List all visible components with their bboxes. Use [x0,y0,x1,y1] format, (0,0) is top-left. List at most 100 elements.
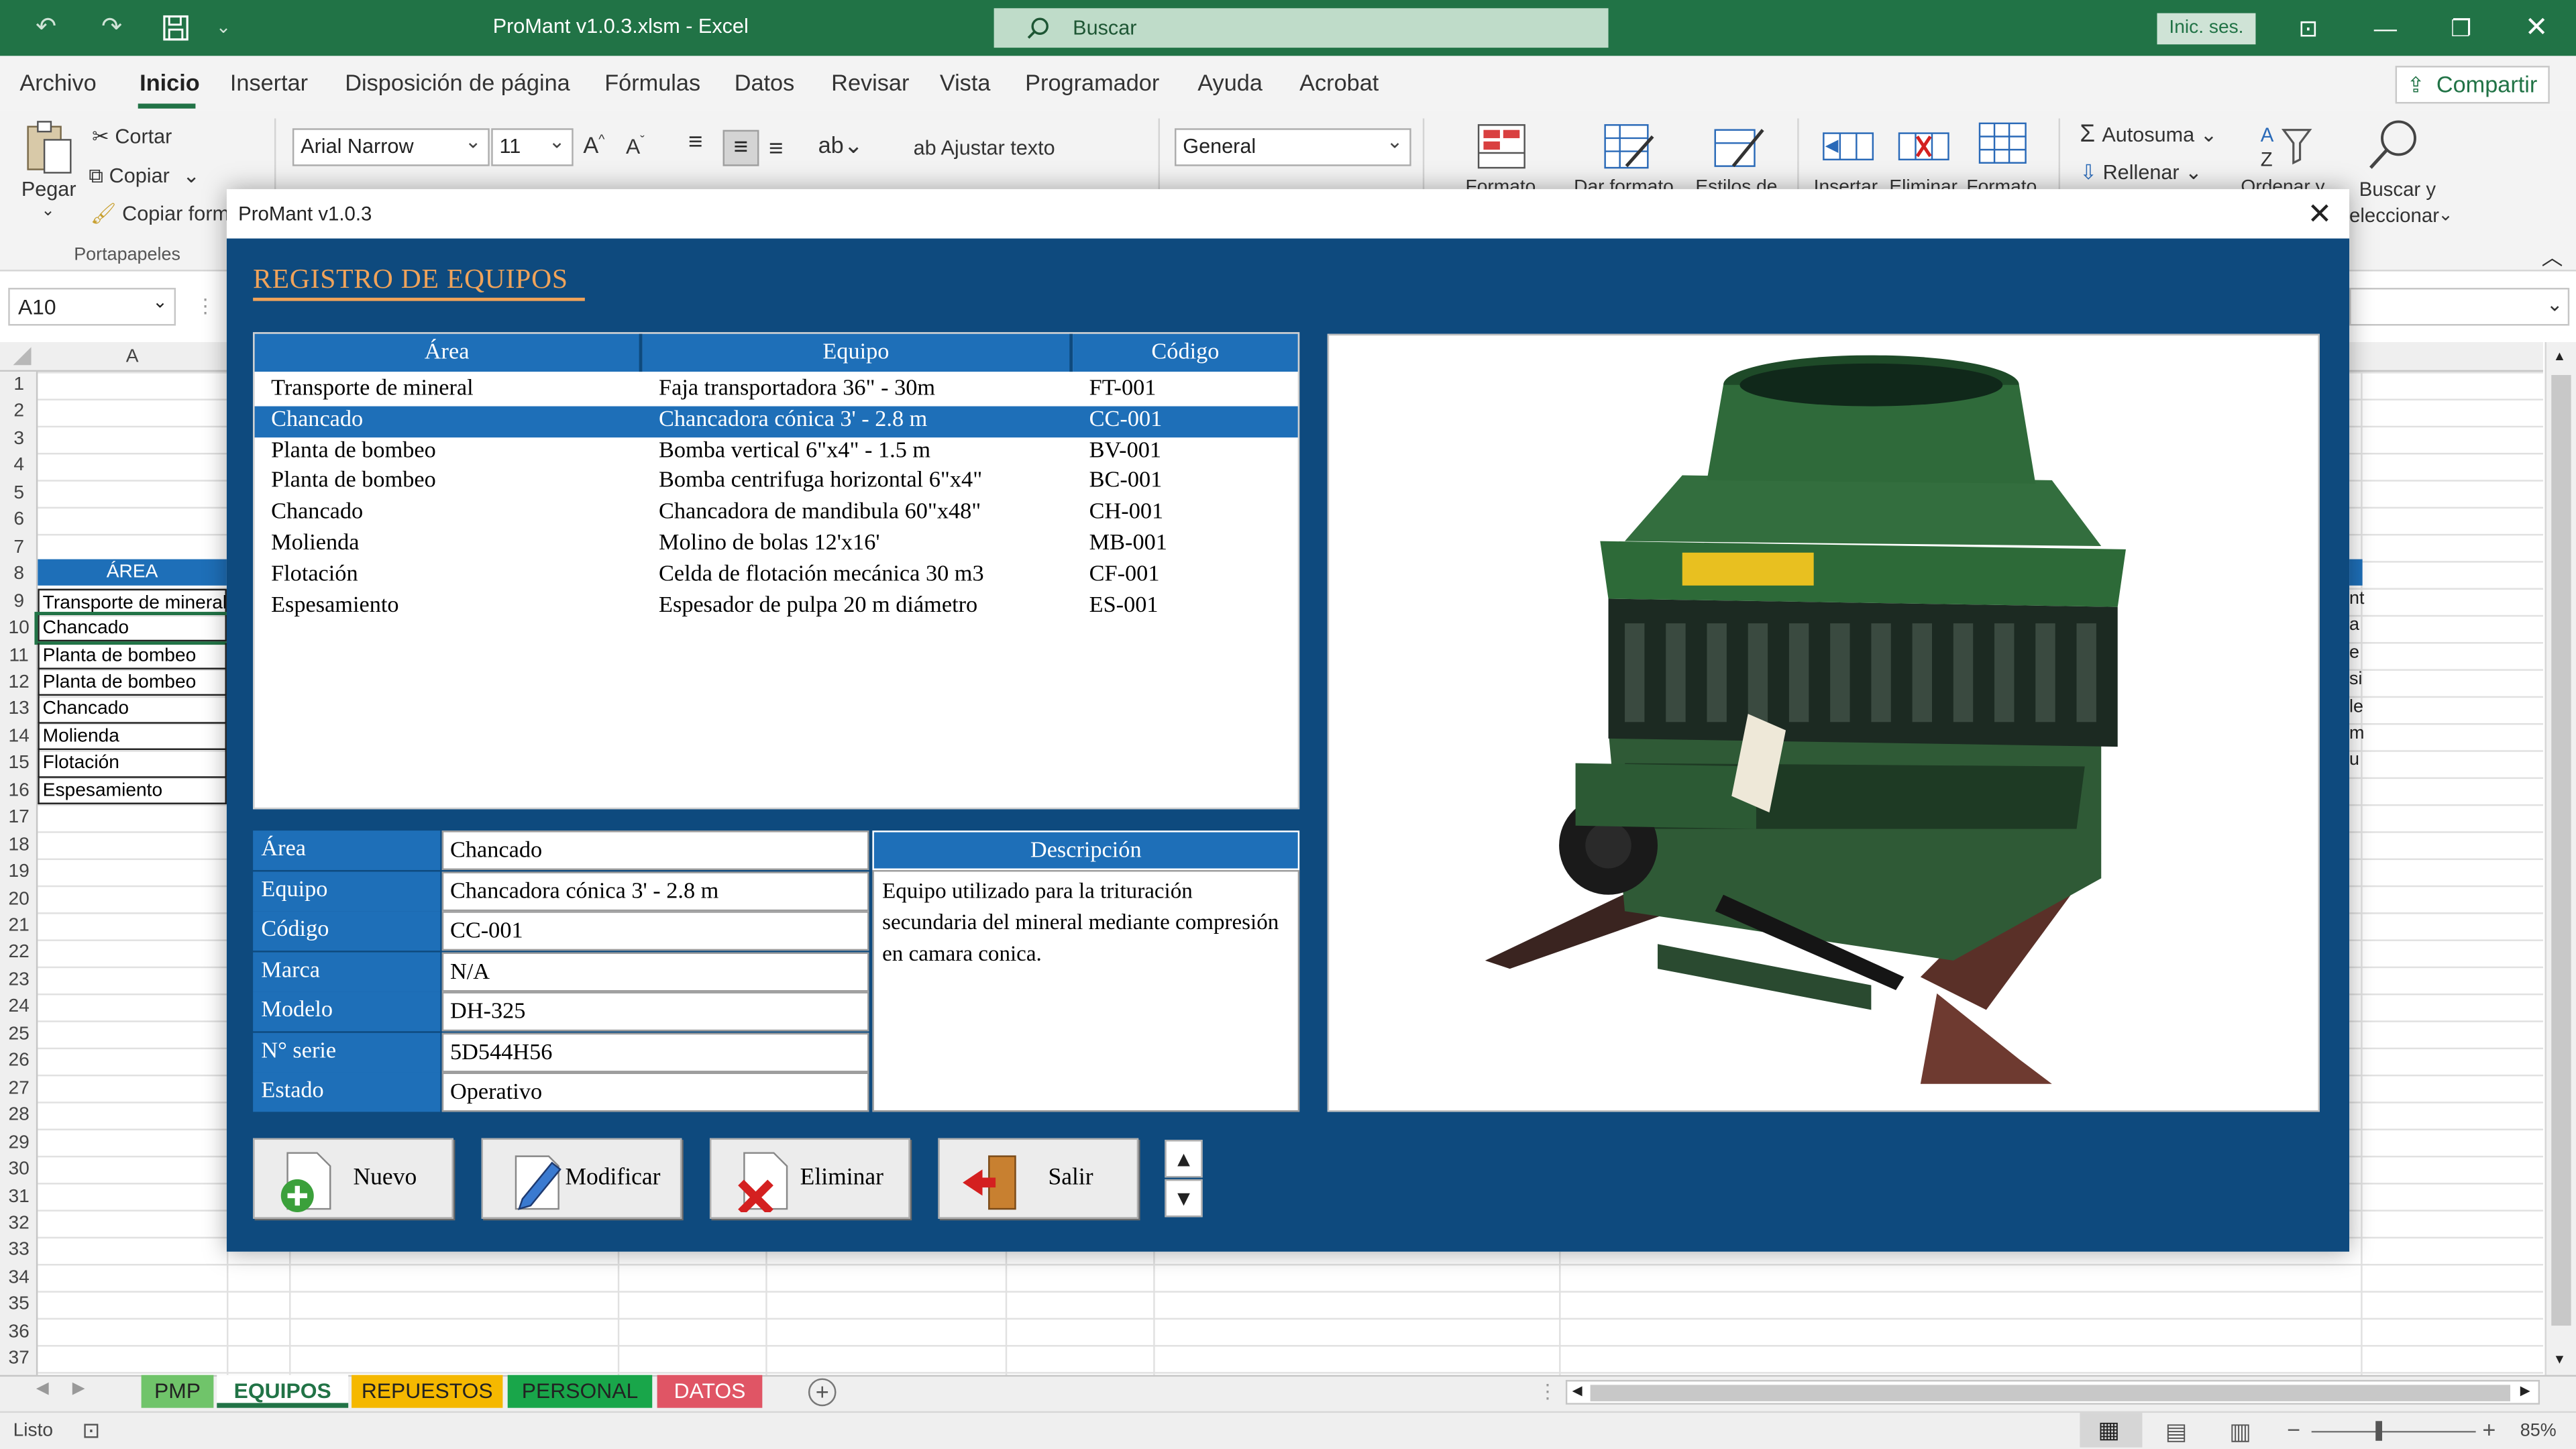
list-header-codigo[interactable]: Código [1073,333,1298,372]
row-header[interactable]: 10 [0,615,38,642]
equipment-listbox[interactable]: Área Equipo Código Transporte de mineral… [253,332,1300,810]
row-header[interactable]: 27 [0,1075,38,1102]
copy-button[interactable]: ⧉ Copiar ⌄ [89,163,200,189]
tab-vista[interactable]: Vista [940,69,991,95]
font-name-combo[interactable]: Arial Narrow [292,125,490,166]
font-size-combo[interactable]: 11 [491,125,574,166]
row-header[interactable]: 35 [0,1291,38,1318]
align-middle-icon[interactable]: ≡ [722,129,759,166]
find-dropdown-icon[interactable]: ⌄ [2438,204,2453,225]
sheet-tab-datos[interactable]: DATOS [657,1375,763,1408]
delete-cells-icon[interactable] [1898,123,1950,170]
tab-formulas[interactable]: Fórmulas [604,69,700,95]
wrap-text-button[interactable]: ab Ajustar texto [914,136,1055,159]
insert-cells-icon[interactable] [1822,123,1874,170]
field-value[interactable]: Chancado [441,830,869,870]
fill-button[interactable]: ⇩ Rellenar ⌄ [2080,160,2202,184]
row-header[interactable]: 24 [0,994,38,1021]
formula-input[interactable] [2349,288,2570,326]
paste-dropdown-icon[interactable]: ⌄ [41,203,55,221]
row-header[interactable]: 15 [0,751,38,777]
vertical-scrollbar[interactable]: ▲ ▼ [2544,341,2576,1375]
row-header[interactable]: 28 [0,1102,38,1129]
scroll-up-button[interactable]: ▲ [1165,1140,1203,1178]
tab-revisar[interactable]: Revisar [831,69,909,95]
align-bottom-icon[interactable]: ≡ [769,135,783,163]
redo-icon[interactable]: ↷ [95,11,128,44]
list-item[interactable]: Chancado Chancadora cónica 3' - 2.8 m CC-0… [254,406,1298,437]
customize-qat-icon[interactable]: ⌄ [207,11,240,44]
normal-view-button[interactable]: ▦ [2080,1413,2143,1448]
tab-acrobat[interactable]: Acrobat [1299,69,1379,95]
row-header[interactable]: 29 [0,1129,38,1156]
scroll-left-icon[interactable]: ◀ [1572,1383,1582,1398]
list-header-equipo[interactable]: Equipo [642,333,1073,372]
row-header[interactable]: 8 [0,561,38,588]
tab-disposicion[interactable]: Disposición de página [345,69,570,95]
expand-formula-icon[interactable]: ⌄ [2546,292,2563,315]
name-box[interactable]: A10 ⌄ [8,288,176,326]
sheet-cell[interactable]: Flotación [38,750,227,777]
field-value[interactable]: CC-001 [441,911,869,951]
tab-inicio[interactable]: Inicio [140,69,200,95]
sort-filter-icon[interactable]: AZ [2257,120,2313,172]
row-header[interactable]: 11 [0,642,38,669]
row-header[interactable]: 6 [0,507,38,534]
paste-icon[interactable] [23,120,75,176]
zoom-slider[interactable] [2311,1431,2476,1433]
description-textbox[interactable]: Equipo utilizado para la trituración sec… [872,869,1300,1112]
row-header[interactable]: 19 [0,859,38,885]
sheet-cell[interactable]: Transporte de mineral [38,588,227,615]
exit-button[interactable]: Salir [938,1138,1139,1219]
collapse-ribbon-icon[interactable]: ︿ [2542,240,2563,272]
sheet-tab-equipos[interactable]: EQUIPOS [217,1375,349,1408]
macro-record-icon[interactable]: ⊡ [82,1417,100,1444]
scroll-right-icon[interactable]: ▶ [2520,1383,2530,1398]
ribbon-display-icon[interactable]: ⊡ [2275,7,2341,50]
row-header[interactable]: 3 [0,426,38,453]
row-header[interactable]: 32 [0,1210,38,1237]
minimize-icon[interactable]: — [2353,7,2418,50]
list-item[interactable]: Planta de bombeo Bomba centrifuga horizon… [255,468,1298,498]
row-header[interactable]: 36 [0,1319,38,1346]
undo-icon[interactable]: ↶ [30,11,62,44]
row-header[interactable]: 5 [0,480,38,506]
format-painter-button[interactable]: 🖌 Copiar form [91,203,229,227]
sheet-cell[interactable]: Planta de bombeo [38,669,227,696]
close-window-icon[interactable]: ✕ [2504,7,2569,50]
column-header-a[interactable]: A [38,342,227,372]
list-item[interactable]: Planta de bombeo Bomba vertical 6"x4" - 1… [255,437,1298,468]
select-all-icon[interactable] [13,347,32,366]
sheet-cell[interactable]: Espesamiento [38,777,227,805]
row-header[interactable]: 2 [0,398,38,425]
field-value[interactable]: Operativo [441,1072,869,1112]
row-header[interactable]: 31 [0,1183,38,1210]
row-header[interactable]: 1 [0,372,38,398]
area-header-cell[interactable]: ÁREA [38,559,227,586]
autosum-button[interactable]: Σ Autosuma ⌄ [2080,120,2217,148]
field-value[interactable]: DH-325 [441,991,869,1032]
tab-archivo[interactable]: Archivo [19,69,96,95]
cell-styles-icon[interactable] [1713,123,1766,173]
row-header[interactable]: 9 [0,588,38,615]
signin-button[interactable]: Inic. ses. [2157,13,2256,45]
horizontal-scrollbar[interactable]: ◀ ▶ [1565,1380,2540,1405]
row-header[interactable]: 23 [0,967,38,994]
tab-datos[interactable]: Datos [735,69,795,95]
list-header-area[interactable]: Área [254,333,643,372]
align-top-icon[interactable]: ≡ [688,128,702,156]
delete-button[interactable]: Eliminar [709,1138,910,1219]
row-header[interactable]: 16 [0,777,38,804]
format-cells-icon[interactable] [1978,119,2031,168]
row-header[interactable]: 26 [0,1048,38,1075]
list-item[interactable]: Molienda Molino de bolas 12'x16' MB-001 [255,529,1298,560]
restore-icon[interactable]: ❐ [2428,7,2494,50]
find-select-icon[interactable] [2366,119,2422,171]
row-header[interactable]: 20 [0,885,38,912]
field-value[interactable]: 5D544H56 [441,1032,869,1072]
row-header[interactable]: 22 [0,940,38,967]
sheet-cell[interactable]: Chancado [34,612,230,646]
share-button[interactable]: ⇪ Compartir [2395,66,2550,104]
scroll-down-button[interactable]: ▼ [1165,1179,1203,1218]
tab-next-icon[interactable]: ▶ [72,1380,85,1398]
